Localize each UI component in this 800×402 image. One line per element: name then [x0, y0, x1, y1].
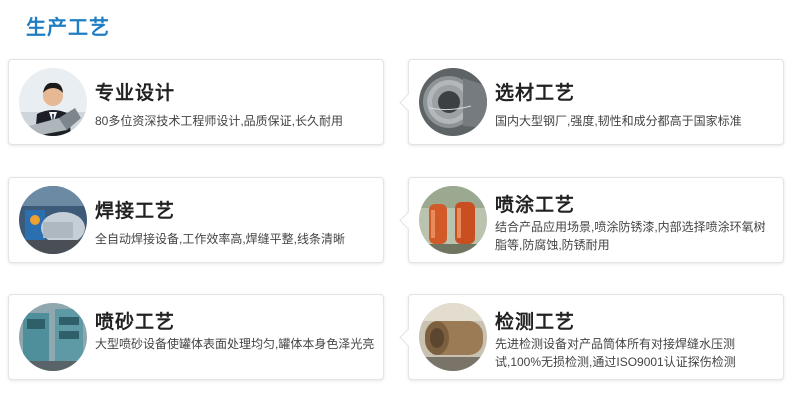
sandblasting-equipment-icon: [19, 303, 87, 371]
card-description: 全自动焊接设备,工作效率高,焊缝平整,线条清晰: [95, 232, 346, 246]
card-inspection[interactable]: 检测工艺 先进检测设备对产品筒体所有对接焊缝水压测试,100%无损检测,通过IS…: [408, 294, 784, 380]
card-title: 喷砂工艺: [95, 312, 176, 333]
engineer-laptop-icon: [19, 68, 87, 136]
card-description: 结合产品应用场景,喷涂防锈漆,内部选择喷涂环氧树脂等,防腐蚀,防锈耐用: [495, 220, 766, 252]
card-description: 国内大型钢厂,强度,韧性和成分都高于国家标准: [495, 114, 742, 128]
section-title: 生产工艺: [26, 17, 110, 39]
card-design[interactable]: 专业设计 80多位资深技术工程师设计,品质保证,长久耐用: [8, 59, 384, 145]
card-title: 喷涂工艺: [495, 195, 576, 216]
card-title: 检测工艺: [495, 312, 576, 333]
card-description: 先进检测设备对产品筒体所有对接焊缝水压测试,100%无损检测,通过ISO9001…: [495, 337, 736, 369]
card-material[interactable]: 选材工艺 国内大型钢厂,强度,韧性和成分都高于国家标准: [408, 59, 784, 145]
card-title: 选材工艺: [495, 83, 576, 104]
card-title: 专业设计: [95, 83, 176, 104]
steel-coil-icon: [419, 68, 487, 136]
card-sandblasting[interactable]: 喷砂工艺 大型喷砂设备使罐体表面处理均匀,罐体本身色泽光亮: [8, 294, 384, 380]
painted-tanks-icon: [419, 186, 487, 254]
card-title: 焊接工艺: [95, 201, 176, 222]
card-welding[interactable]: 焊接工艺 全自动焊接设备,工作效率高,焊缝平整,线条清晰: [8, 177, 384, 263]
inspection-tank-icon: [419, 303, 487, 371]
card-description: 大型喷砂设备使罐体表面处理均匀,罐体本身色泽光亮: [95, 337, 375, 351]
welding-machine-icon: [19, 186, 87, 254]
card-description: 80多位资深技术工程师设计,品质保证,长久耐用: [95, 114, 344, 128]
card-painting[interactable]: 喷涂工艺 结合产品应用场景,喷涂防锈漆,内部选择喷涂环氧树脂等,防腐蚀,防锈耐用: [408, 177, 784, 263]
